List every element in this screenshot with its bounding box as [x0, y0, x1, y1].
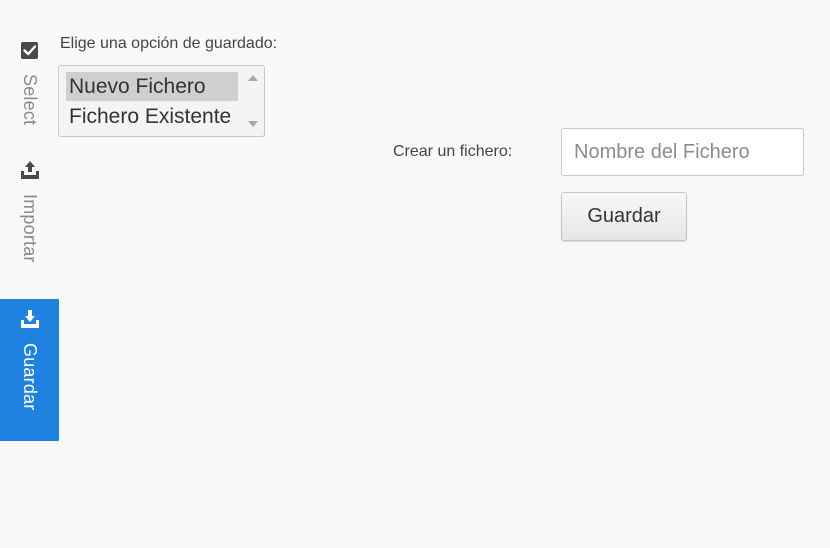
- upload-icon: [20, 161, 39, 179]
- scroll-up-arrow-icon[interactable]: [248, 75, 258, 81]
- checkbox-icon: [20, 42, 38, 59]
- tab-guardar[interactable]: Guardar: [0, 299, 59, 441]
- tab-select[interactable]: Select: [0, 40, 59, 140]
- save-button[interactable]: Guardar: [561, 192, 687, 241]
- tab-select-label: Select: [20, 74, 40, 126]
- create-file-label: Crear un fichero:: [393, 143, 513, 160]
- sidebar: Select Importar Guardar: [0, 0, 59, 548]
- download-icon: [20, 310, 39, 328]
- tab-importar[interactable]: Importar: [0, 160, 59, 290]
- option-fichero-existente[interactable]: Fichero Existente: [66, 102, 238, 131]
- option-nuevo-fichero[interactable]: Nuevo Fichero: [66, 72, 238, 101]
- save-option-listbox[interactable]: Nuevo Fichero Fichero Existente: [58, 65, 265, 137]
- file-name-input[interactable]: [561, 128, 804, 176]
- scroll-down-arrow-icon[interactable]: [248, 121, 258, 127]
- tab-guardar-label: Guardar: [20, 343, 40, 411]
- tab-importar-label: Importar: [20, 194, 40, 263]
- save-option-label: Elige una opción de guardado:: [60, 35, 278, 52]
